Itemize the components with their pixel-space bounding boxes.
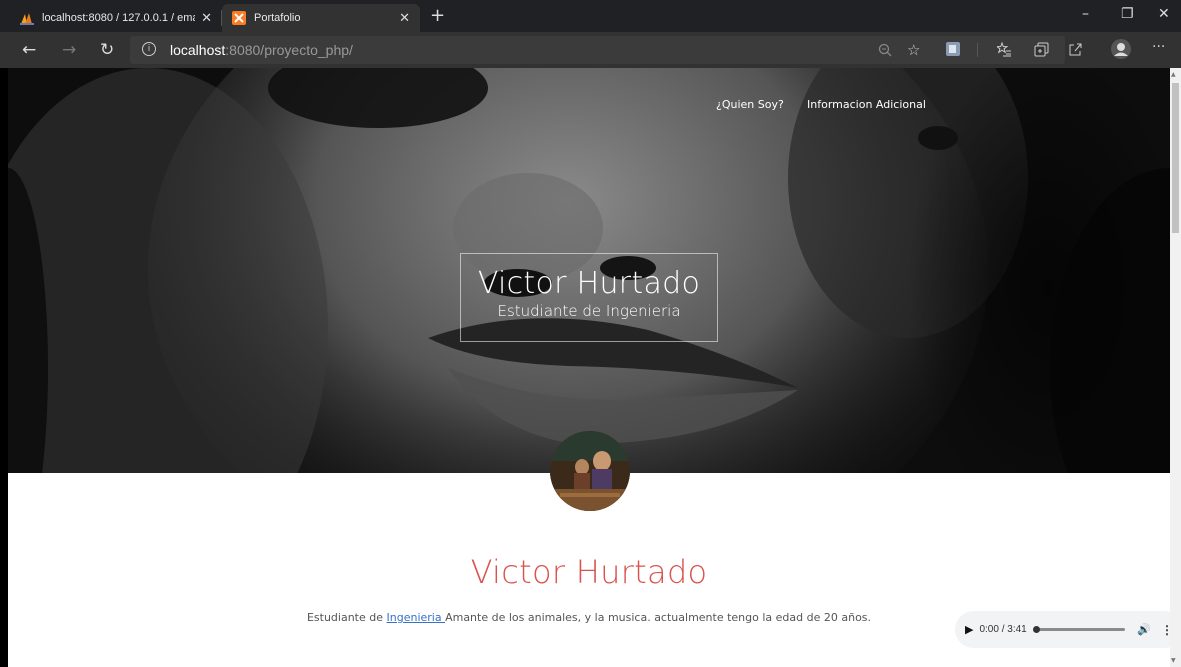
tab-label: localhost:8080 / 127.0.0.1 / emai (42, 12, 196, 24)
play-icon[interactable]: ▶ (965, 623, 973, 636)
profile-avatar-icon[interactable] (1110, 38, 1132, 60)
page-viewport: ¿Quien Soy? Informacion Adicional Victor… (8, 68, 1170, 667)
back-button[interactable]: ← (22, 40, 36, 60)
new-tab-button[interactable]: + (430, 5, 445, 26)
volume-icon[interactable]: 🔊 (1137, 623, 1151, 636)
page-scrollbar[interactable]: ▲ ▼ (1170, 68, 1181, 667)
audio-progress-knob[interactable] (1032, 626, 1040, 633)
nav-link-informacion-adicional[interactable]: Informacion Adicional (807, 98, 926, 111)
favorites-bar-icon[interactable] (997, 42, 1012, 57)
phpmyadmin-icon (20, 13, 34, 25)
avatar (550, 431, 630, 511)
tab-label: Portafolio (254, 12, 301, 24)
refresh-button[interactable]: ↻ (100, 40, 114, 60)
scroll-up-icon[interactable]: ▲ (1171, 71, 1176, 78)
url-text[interactable]: localhost:8080/proyecto_php/ (170, 42, 353, 58)
about-desc-suffix: Amante de los animales, y la musica. act… (445, 611, 872, 624)
zoom-icon[interactable] (878, 43, 892, 57)
xampp-icon (232, 11, 246, 25)
minimize-button[interactable]: – (1082, 6, 1089, 22)
share-icon[interactable] (1068, 42, 1083, 57)
address-bar[interactable]: i localhost:8080/proyecto_php/ ☆ (130, 36, 1065, 64)
tab-portafolio[interactable]: Portafolio ✕ (222, 4, 420, 32)
close-window-button[interactable]: ✕ (1158, 6, 1170, 22)
nav-link-quien-soy[interactable]: ¿Quien Soy? (716, 98, 784, 111)
close-tab-icon[interactable]: ✕ (399, 10, 410, 26)
about-name: Victor Hurtado (470, 553, 708, 591)
audio-player: ▶ 0:00 / 3:41 🔊 ⋮ (955, 611, 1170, 648)
address-toolbar: ← → ↻ i localhost:8080/proyecto_php/ ☆ ·… (0, 32, 1181, 68)
toolbar-divider (977, 43, 978, 57)
tab-phpmyadmin[interactable]: localhost:8080 / 127.0.0.1 / emai ✕ (10, 4, 222, 32)
url-path: :8080/proyecto_php/ (225, 42, 353, 58)
hero-subtitle: Estudiante de Ingenieria (497, 302, 681, 320)
ingenieria-link[interactable]: Ingenieria (387, 611, 446, 624)
hero-name: Victor Hurtado (477, 266, 701, 301)
hero-title-box: Victor Hurtado Estudiante de Ingenieria (460, 253, 718, 342)
close-tab-icon[interactable]: ✕ (201, 10, 212, 26)
forward-button[interactable]: → (62, 40, 76, 60)
scroll-thumb[interactable] (1172, 83, 1179, 233)
scroll-down-icon[interactable]: ▼ (1171, 657, 1176, 664)
collections-icon[interactable] (1034, 42, 1049, 57)
hero-banner: ¿Quien Soy? Informacion Adicional Victor… (8, 68, 1170, 473)
more-menu-icon[interactable]: ··· (1152, 39, 1165, 55)
restore-button[interactable]: ❐ (1121, 6, 1134, 22)
tab-bar: localhost:8080 / 127.0.0.1 / emai ✕ Port… (0, 0, 1181, 32)
avatar-photo (550, 431, 630, 511)
about-desc-prefix: Estudiante de (306, 611, 387, 624)
site-info-icon[interactable]: i (142, 42, 156, 56)
url-host: localhost (170, 42, 226, 58)
extension-icon[interactable] (945, 41, 961, 57)
audio-progress-bar[interactable] (1032, 626, 1126, 633)
audio-time: 0:00 / 3:41 (979, 624, 1027, 635)
audio-options-icon[interactable]: ⋮ (1161, 623, 1170, 637)
favorite-star-icon[interactable]: ☆ (907, 41, 920, 59)
